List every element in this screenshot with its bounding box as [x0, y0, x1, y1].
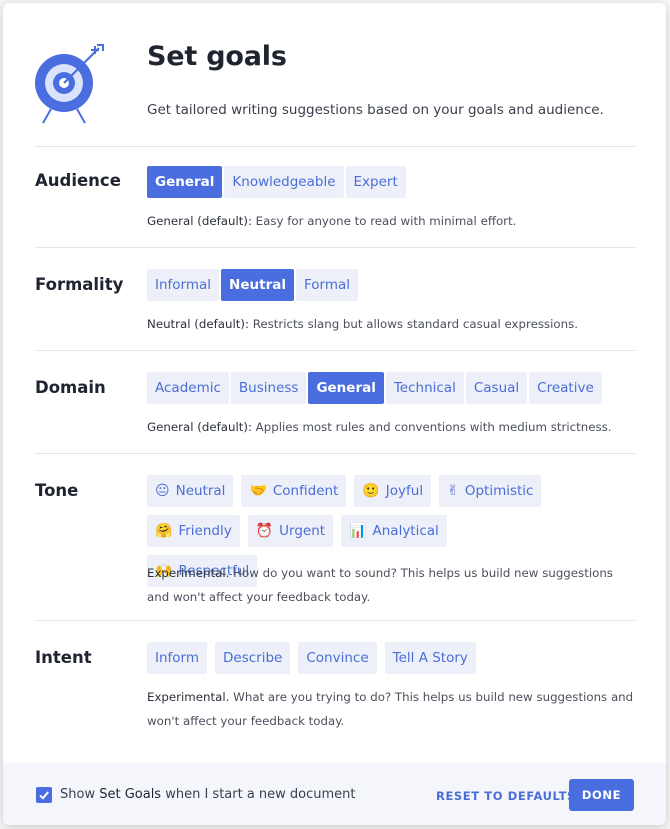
- section-label-formality: Formality: [35, 275, 124, 294]
- dialog-title: Set goals: [147, 41, 287, 72]
- dialog-subtitle: Get tailored writing suggestions based o…: [147, 102, 604, 118]
- target-goal-icon: [35, 44, 104, 124]
- tone-option-urgent[interactable]: ⏰ Urgent: [247, 515, 334, 547]
- show-set-goals-label: Show Set Goals when I start a new docume…: [60, 787, 356, 802]
- section-label-audience: Audience: [35, 171, 121, 190]
- intent-options: Inform Describe Convince Tell A Story: [147, 642, 484, 674]
- tone-option-confident[interactable]: 🤝 Confident: [241, 475, 347, 507]
- neutral-face-icon: 😐: [155, 483, 170, 499]
- tone-option-analytical[interactable]: 📊 Analytical: [341, 515, 447, 547]
- formality-options: Informal Neutral Formal: [147, 269, 360, 301]
- domain-option-academic[interactable]: Academic: [147, 372, 229, 404]
- audience-option-expert[interactable]: Expert: [345, 166, 406, 198]
- done-button[interactable]: DONE: [569, 779, 634, 811]
- section-label-domain: Domain: [35, 378, 106, 397]
- audience-description: General (default): Easy for anyone to re…: [147, 209, 637, 233]
- tone-desc-prefix: Experimental.: [147, 566, 230, 580]
- tone-option-label: Confident: [272, 483, 339, 499]
- domain-description: General (default): Applies most rules an…: [147, 415, 637, 439]
- bar-chart-icon: 📊: [349, 523, 367, 539]
- tone-option-neutral[interactable]: 😐 Neutral: [147, 475, 234, 507]
- audience-option-general[interactable]: General: [147, 166, 223, 198]
- formality-desc-text: Restricts slang but allows standard casu…: [248, 317, 579, 331]
- show-set-goals-checkbox[interactable]: [36, 787, 52, 803]
- tone-option-friendly[interactable]: 🤗 Friendly: [147, 515, 240, 547]
- audience-desc-prefix: General (default):: [147, 214, 252, 228]
- set-goals-dialog: Set goals Get tailored writing suggestio…: [3, 3, 666, 825]
- tone-option-label: Analytical: [372, 523, 439, 539]
- audience-option-knowledgeable[interactable]: Knowledgeable: [224, 166, 344, 198]
- intent-option-tell-a-story[interactable]: Tell A Story: [384, 642, 476, 674]
- section-label-intent: Intent: [35, 648, 92, 667]
- formality-option-informal[interactable]: Informal: [147, 269, 220, 301]
- domain-desc-prefix: General (default):: [147, 420, 252, 434]
- intent-section: Intent Inform Describe Convince Tell A S…: [35, 620, 635, 763]
- intent-option-convince[interactable]: Convince: [298, 642, 377, 674]
- footer-text-em: Set Goals: [99, 787, 162, 802]
- formality-option-formal[interactable]: Formal: [295, 269, 358, 301]
- domain-desc-text: Applies most rules and conventions with …: [251, 420, 612, 434]
- intent-option-describe[interactable]: Describe: [215, 642, 291, 674]
- reset-to-defaults-button[interactable]: RESET TO DEFAULTS: [428, 781, 584, 811]
- dialog-header: Set goals Get tailored writing suggestio…: [3, 3, 666, 146]
- victory-hand-icon: ✌: [447, 483, 459, 499]
- intent-desc-prefix: Experimental.: [147, 690, 230, 704]
- formality-option-neutral[interactable]: Neutral: [221, 269, 294, 301]
- handshake-icon: 🤝: [249, 483, 267, 499]
- domain-option-technical[interactable]: Technical: [385, 372, 464, 404]
- audience-section: Audience General Knowledgeable Expert Ge…: [35, 146, 635, 248]
- domain-options: Academic Business General Technical Casu…: [147, 372, 604, 404]
- intent-description: Experimental. What are you trying to do?…: [147, 685, 637, 733]
- footer-text-before: Show: [60, 787, 100, 802]
- footer-text-after: when I start a new document: [161, 787, 356, 802]
- intent-option-inform[interactable]: Inform: [147, 642, 208, 674]
- tone-option-optimistic[interactable]: ✌ Optimistic: [439, 475, 542, 507]
- tone-description: Experimental. How do you want to sound? …: [147, 561, 637, 609]
- tone-option-label: Urgent: [279, 523, 326, 539]
- alarm-clock-icon: ⏰: [255, 523, 274, 539]
- formality-section: Formality Informal Neutral Formal Neutra…: [35, 247, 635, 350]
- domain-option-creative[interactable]: Creative: [529, 372, 602, 404]
- section-label-tone: Tone: [35, 481, 79, 500]
- tone-option-label: Neutral: [175, 483, 226, 499]
- hugging-face-icon: 🤗: [155, 523, 173, 539]
- smiley-face-icon: 🙂: [362, 483, 380, 499]
- audience-desc-text: Easy for anyone to read with minimal eff…: [251, 214, 517, 228]
- domain-option-casual[interactable]: Casual: [465, 372, 528, 404]
- audience-options: General Knowledgeable Expert: [147, 166, 408, 198]
- tone-option-label: Joyful: [385, 483, 424, 499]
- domain-section: Domain Academic Business General Technic…: [35, 350, 635, 453]
- tone-option-label: Friendly: [178, 523, 232, 539]
- domain-option-general[interactable]: General: [308, 372, 384, 404]
- tone-option-joyful[interactable]: 🙂 Joyful: [354, 475, 432, 507]
- formality-desc-prefix: Neutral (default):: [147, 317, 249, 331]
- domain-option-business[interactable]: Business: [230, 372, 307, 404]
- dialog-footer: Show Set Goals when I start a new docume…: [3, 763, 666, 825]
- formality-description: Neutral (default): Restricts slang but a…: [147, 312, 637, 336]
- checkmark-icon: [39, 791, 49, 800]
- tone-option-label: Optimistic: [464, 483, 534, 499]
- tone-section: Tone 😐 Neutral 🤝 Confident 🙂 Joyful ✌ Optimi…: [35, 453, 635, 620]
